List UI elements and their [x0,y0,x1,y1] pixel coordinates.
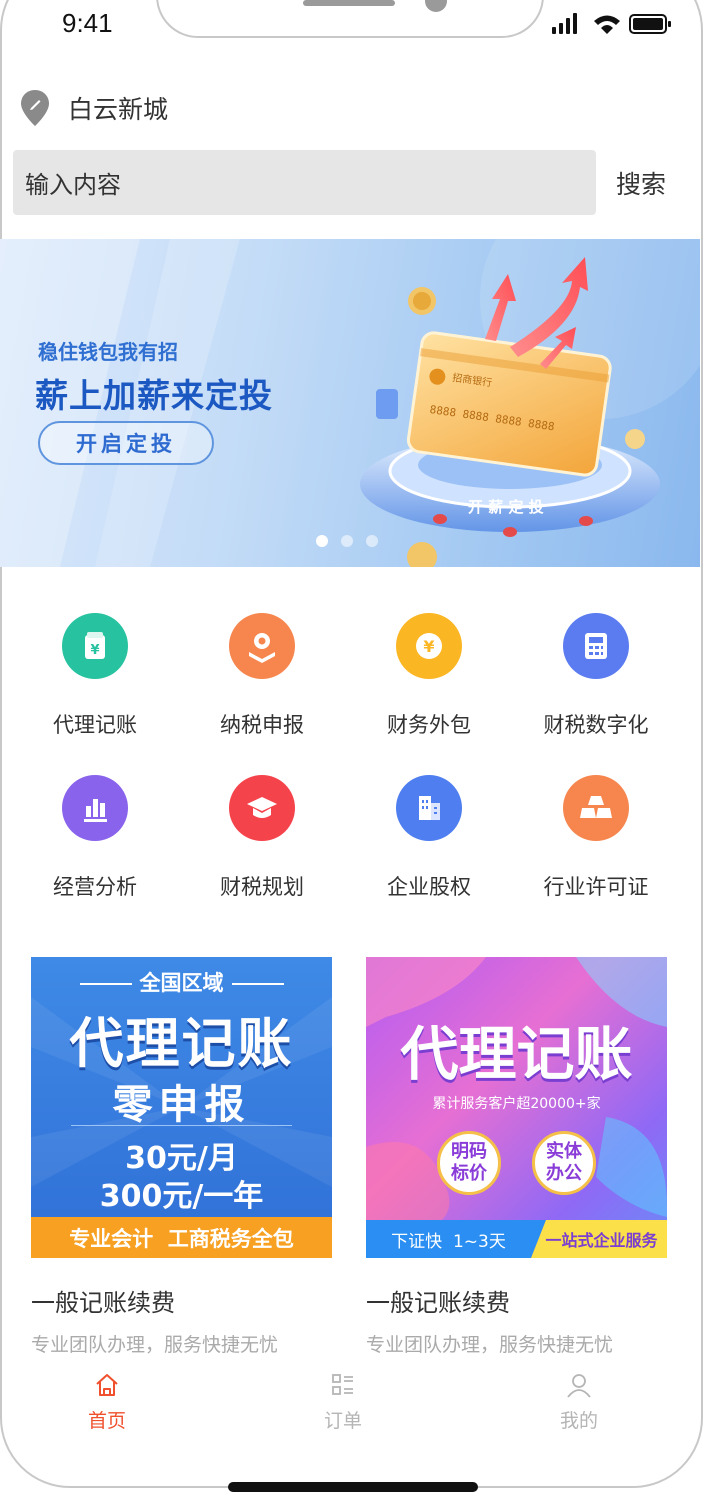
battery-icon [629,14,671,34]
service-finance-outsourcing[interactable]: ¥ 财务外包 [344,613,514,739]
product-poster-1: 全国区域 代理记账 零申报 30元/月 300元/一年 专业会计 工商税务全包 [31,957,332,1258]
carousel-dot-2[interactable] [341,535,353,547]
speaker-grille [303,0,395,6]
location-selector[interactable]: 白云新城 [20,88,168,128]
gold-bars-icon [563,775,629,841]
banner-subtitle: 稳住钱包我有招 [38,340,178,364]
service-tax-declaration[interactable]: 纳税申报 [177,613,347,739]
service-bookkeeping[interactable]: ¥ 代理记账 [10,613,180,739]
banner-cta-button[interactable]: 开启定投 [38,421,214,465]
tab-label: 我的 [559,1410,598,1432]
building-icon [396,775,462,841]
tab-profile[interactable]: 我的 [519,1372,639,1433]
service-label: 纳税申报 [220,713,304,737]
yuan-coin-icon: ¥ [396,613,462,679]
product-title: 一般记账续费 [366,1289,510,1317]
product-title: 一般记账续费 [31,1289,175,1317]
user-icon [567,1374,591,1398]
poster-footer-left: 下证快 1~3天 [391,1232,506,1252]
svg-text:¥: ¥ [90,643,99,658]
location-pin-icon [21,90,49,126]
bottom-tab-bar: 首页 订单 我的 [0,1372,700,1442]
service-label: 行业许可证 [543,875,649,899]
tax-declare-icon [229,613,295,679]
poster-badge-pricing: 明码 标价 [437,1131,501,1195]
service-label: 代理记账 [53,713,137,737]
poster-subline: 累计服务客户超20000+家 [432,1096,601,1112]
tab-label: 首页 [87,1410,126,1432]
platform-label: 开 薪 定 投 [468,498,544,516]
wifi-icon [594,15,620,34]
tab-home[interactable]: 首页 [47,1372,167,1433]
product-card-2[interactable]: 代理记账 累计服务客户超20000+家 明码 标价 实体 办公 下证快 1~3天 一… [366,957,667,1357]
poster-badge-office: 实体 办公 [532,1131,596,1195]
status-bar: 9:41 [0,0,718,50]
search-placeholder: 输入内容 [25,171,121,199]
front-camera [425,0,447,12]
calculator-icon [563,613,629,679]
service-label: 企业股权 [387,875,471,899]
poster-subhead: 零申报 [112,1082,251,1128]
poster-headline: 代理记账 [400,1020,633,1088]
service-industry-license[interactable]: 行业许可证 [511,775,681,901]
poster-footer-right: 一站式企业服务 [545,1231,658,1250]
home-indicator[interactable] [228,1482,478,1492]
service-tax-planning[interactable]: 财税规划 [177,775,347,901]
product-desc: 专业团队办理，服务快捷无忧 [31,1334,279,1356]
poster-footer: 专业会计 工商税务全包 [31,1217,332,1258]
poster-top-label: 全国区域 [31,967,332,997]
banner-title: 薪上加薪来定投 [35,376,273,415]
bar-chart-icon [62,775,128,841]
service-label: 财税规划 [220,875,304,899]
carousel-dot-3[interactable] [366,535,378,547]
poster-headline: 代理记账 [69,1012,294,1075]
service-label: 财税数字化 [543,713,649,737]
tab-orders[interactable]: 订单 [283,1372,403,1433]
location-name: 白云新城 [68,95,169,124]
service-digitalization[interactable]: 财税数字化 [511,613,681,739]
order-list-icon [332,1374,353,1395]
search-input[interactable]: 输入内容 [13,150,596,215]
service-business-analysis[interactable]: 经营分析 [10,775,180,901]
poster-price-year: 300元/一年 [99,1179,264,1214]
signal-icon [552,13,577,34]
status-icons [552,13,671,34]
product-desc: 专业团队办理，服务快捷无忧 [366,1334,614,1356]
product-card-1[interactable]: 全国区域 代理记账 零申报 30元/月 300元/一年 专业会计 工商税务全包 … [31,957,332,1357]
carousel-dot-1[interactable] [316,535,328,547]
status-time: 9:41 [62,8,113,38]
home-icon [96,1374,118,1396]
tab-label: 订单 [323,1410,362,1432]
search-button[interactable]: 搜索 [616,165,666,201]
service-equity[interactable]: 企业股权 [344,775,514,901]
product-poster-2: 代理记账 累计服务客户超20000+家 明码 标价 实体 办公 下证快 1~3天 一… [366,957,667,1258]
device-notch [156,0,544,38]
wallet-illustration: 招商银行 8888 8888 8888 8888 开 薪 定 投 [360,257,660,567]
svg-text:¥: ¥ [423,637,434,656]
service-label: 财务外包 [387,713,471,737]
bookkeeping-icon: ¥ [62,613,128,679]
service-label: 经营分析 [53,875,137,899]
promo-banner[interactable]: 稳住钱包我有招 薪上加薪来定投 开启定投 招商银行 8888 8888 8888… [0,239,700,567]
graduation-cap-icon [229,775,295,841]
